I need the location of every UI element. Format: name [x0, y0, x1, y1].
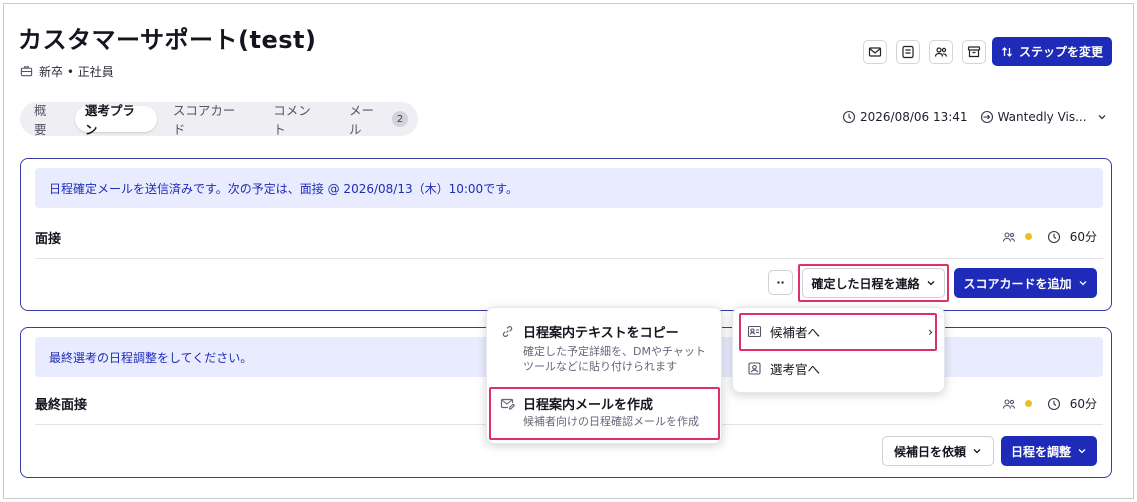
users-icon	[1002, 231, 1015, 242]
chevron-down-icon	[973, 449, 981, 454]
copy-schedule-text-desc-1: 確定した予定詳細を、DMやチャット	[523, 345, 706, 358]
create-schedule-mail-desc: 候補者向けの日程確認メールを作成	[523, 415, 699, 428]
tab-bar: 概要 選考プラン スコアカード コメント メール 2	[20, 102, 418, 137]
add-scorecard-button[interactable]: スコアカードを追加	[954, 268, 1097, 298]
notify-confirmed-schedule-button[interactable]: 確定した日程を連絡	[802, 268, 945, 298]
tab-mail-label: メール	[348, 103, 374, 137]
notify-confirmed-schedule-label: 確定した日程を連絡	[811, 276, 920, 291]
stage-duration: 60分	[1069, 230, 1097, 244]
copy-schedule-text-title: 日程案内テキストをコピー	[523, 326, 679, 341]
source-channel[interactable]: Wantedly Vis...	[998, 110, 1087, 124]
users-icon	[1002, 398, 1015, 409]
person-badge-icon	[748, 362, 761, 375]
stage-meta: 60分	[1002, 395, 1097, 412]
status-dot	[1024, 233, 1032, 240]
chevron-right-icon: ›	[928, 324, 933, 339]
clock-icon	[842, 110, 856, 124]
users-button[interactable]	[929, 40, 953, 64]
tab-selection-plan[interactable]: 選考プラン	[74, 103, 157, 137]
copy-schedule-text-item[interactable]: 日程案内テキストをコピー 確定した予定詳細を、DMやチャット ツールなどに貼り付…	[500, 322, 706, 374]
status-banner: 日程確定メールを送信済みです。次の予定は、面接 @ 2026/08/13（木）1…	[35, 168, 1103, 208]
application-meta: 2026/08/06 13:41 Wantedly Vis...	[842, 110, 1107, 124]
stage-duration: 60分	[1069, 397, 1097, 411]
tab-overview[interactable]: 概要	[24, 103, 69, 137]
change-step-label: ステップを変更	[1018, 45, 1103, 59]
create-schedule-mail-title: 日程案内メールを作成	[523, 398, 654, 413]
archive-icon	[967, 46, 981, 58]
stage-card-interview: 日程確定メールを送信済みです。次の予定は、面接 @ 2026/08/13（木）1…	[20, 158, 1112, 311]
change-step-button[interactable]: ステップを変更	[992, 37, 1112, 66]
mail-icon	[868, 47, 882, 57]
status-dot	[1024, 400, 1032, 407]
tab-scorecard[interactable]: スコアカード	[163, 103, 257, 137]
id-card-icon	[747, 325, 762, 338]
more-options-button[interactable]: ··	[768, 270, 793, 295]
users-icon	[934, 47, 948, 57]
to-interviewer-label: 選考官へ	[770, 362, 821, 377]
tab-scorecard-label: スコアカード	[172, 103, 236, 137]
chevron-down-icon	[1078, 449, 1086, 454]
recipient-submenu: 候補者へ › 選考官へ	[732, 307, 945, 393]
tab-comment[interactable]: コメント	[263, 103, 333, 137]
request-candidate-dates-label: 候補日を依頼	[893, 444, 966, 459]
checklist-icon	[902, 45, 914, 59]
mail-edit-icon	[500, 398, 515, 410]
clock-icon	[1047, 230, 1060, 243]
tab-mail[interactable]: メール 2	[339, 103, 418, 137]
tab-overview-label: 概要	[34, 103, 47, 137]
checklist-button[interactable]	[896, 40, 920, 64]
to-candidate-label: 候補者へ	[770, 325, 821, 340]
mail-count-badge: 2	[392, 111, 408, 127]
briefcase-icon	[20, 66, 33, 77]
chevron-down-icon	[927, 281, 934, 286]
schedule-notify-menu: 日程案内テキストをコピー 確定した予定詳細を、DMやチャット ツールなどに貼り付…	[486, 307, 722, 444]
job-subtitle: 新卒 • 正社員	[20, 63, 114, 80]
sort-arrows-icon	[1002, 46, 1012, 57]
page-title: カスタマーサポート(test)	[18, 26, 317, 54]
request-candidate-dates-button[interactable]: 候補日を依頼	[882, 436, 994, 466]
chevron-down-icon	[1079, 281, 1086, 286]
subtitle-text: 新卒 • 正社員	[39, 65, 114, 79]
adjust-schedule-label: 日程を調整	[1010, 444, 1071, 459]
link-icon	[502, 326, 513, 337]
to-candidate-item[interactable]: 候補者へ ›	[747, 322, 933, 341]
tab-selection-plan-label: 選考プラン	[84, 103, 135, 137]
chevron-down-icon[interactable]	[1097, 112, 1107, 122]
copy-schedule-text-desc-2: ツールなどに貼り付けられます	[523, 360, 677, 373]
stage-title: 最終面接	[35, 398, 88, 413]
create-schedule-mail-item[interactable]: 日程案内メールを作成 候補者向けの日程確認メールを作成	[500, 394, 699, 429]
applied-datetime: 2026/08/06 13:41	[860, 110, 968, 124]
stage-title: 面接	[35, 232, 62, 247]
to-interviewer-item[interactable]: 選考官へ	[747, 359, 820, 378]
enter-icon	[980, 110, 993, 124]
add-scorecard-label: スコアカードを追加	[963, 276, 1072, 291]
clock-icon	[1047, 397, 1060, 410]
adjust-schedule-button[interactable]: 日程を調整	[1001, 436, 1097, 466]
divider	[35, 258, 1103, 259]
mail-button[interactable]	[863, 40, 887, 64]
archive-button[interactable]	[962, 40, 986, 64]
tab-comment-label: コメント	[273, 103, 311, 137]
stage-meta: 60分	[1002, 228, 1097, 245]
